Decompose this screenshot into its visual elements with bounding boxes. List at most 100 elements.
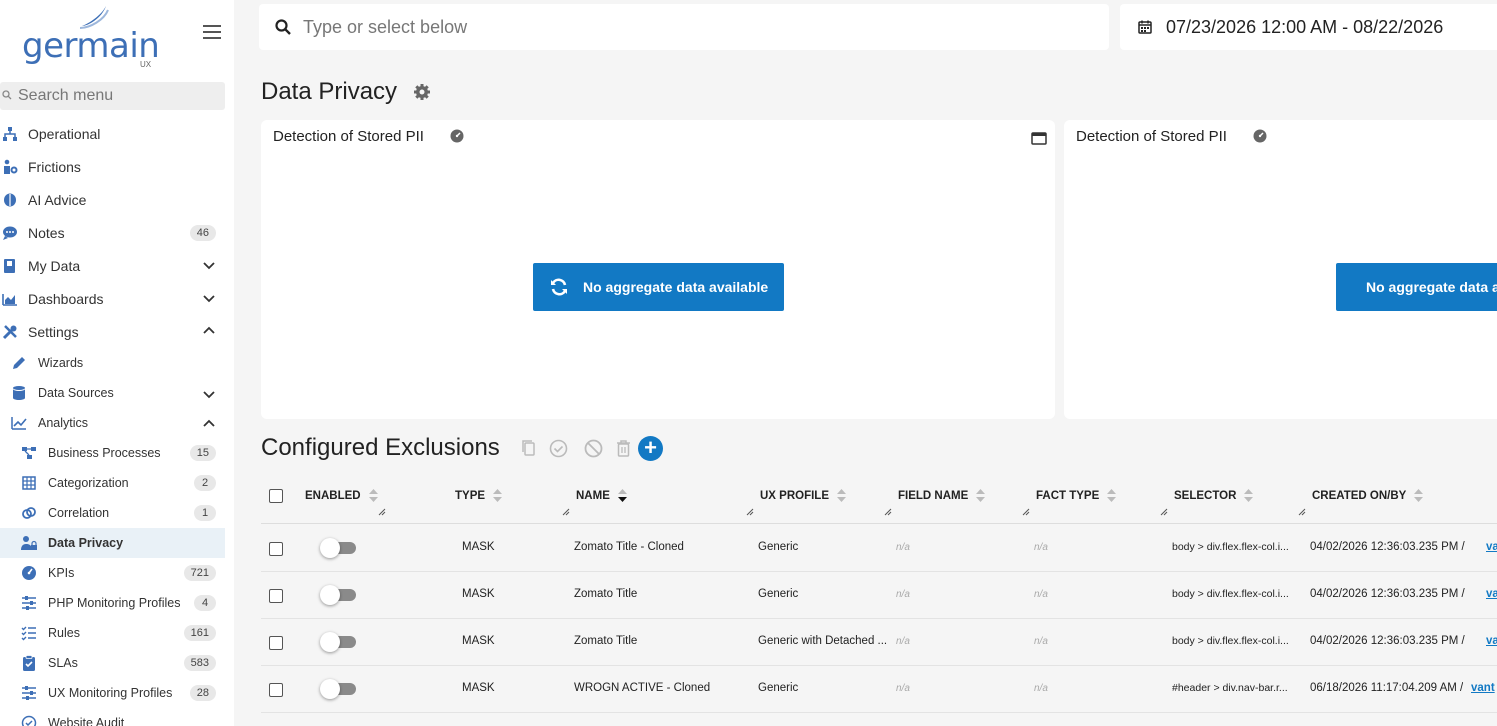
- chevron-up-icon[interactable]: [203, 418, 215, 430]
- sidebar-item-operational[interactable]: Operational: [0, 117, 225, 150]
- sidebar-item-php-monitoring-profiles[interactable]: PHP Monitoring Profiles 4: [0, 588, 225, 618]
- add-exclusion-button[interactable]: +: [638, 436, 663, 461]
- gauge-help-icon[interactable]: [1253, 129, 1267, 143]
- gauge-help-icon[interactable]: [450, 129, 464, 143]
- table-row[interactable]: MASK Zomato Title - Cloned Generic n/a n…: [261, 525, 1497, 572]
- column-header-fact-type[interactable]: FACT TYPE: [1036, 489, 1117, 502]
- no-data-button[interactable]: No aggregate data available: [533, 263, 784, 311]
- column-header-type[interactable]: TYPE: [455, 489, 503, 502]
- sidebar-item-label: Wizards: [38, 356, 84, 370]
- enabled-toggle[interactable]: [320, 585, 358, 605]
- sidebar-item-notes[interactable]: Notes 46: [0, 216, 225, 249]
- no-data-button[interactable]: No aggregate data available: [1336, 263, 1497, 311]
- row-checkbox[interactable]: [269, 542, 283, 556]
- created-cell: 04/02/2026 12:36:03.235 PM /: [1310, 541, 1465, 553]
- search-menu-input[interactable]: [18, 87, 218, 105]
- page-title: Data Privacy: [261, 78, 398, 105]
- chevron-up-icon[interactable]: [203, 325, 215, 337]
- notes-count-badge: 46: [189, 224, 216, 241]
- column-header-created-on-by[interactable]: CREATED ON/BY: [1312, 489, 1424, 502]
- enabled-toggle[interactable]: [320, 632, 358, 652]
- germain-logo[interactable]: germain UX: [22, 4, 162, 72]
- maximize-icon[interactable]: [1031, 132, 1047, 145]
- fact-type-cell: n/a: [1034, 542, 1048, 553]
- chevron-down-icon[interactable]: [203, 388, 215, 400]
- column-header-selector[interactable]: SELECTOR: [1174, 489, 1254, 502]
- count-badge: 161: [183, 625, 216, 641]
- column-resize-handle[interactable]: [1298, 508, 1306, 516]
- sidebar-item-frictions[interactable]: Frictions: [0, 150, 225, 183]
- created-by-link[interactable]: va: [1486, 588, 1497, 600]
- search-menu[interactable]: [0, 82, 225, 110]
- column-resize-handle[interactable]: [884, 508, 892, 516]
- sidebar-item-ai-advice[interactable]: AI Advice: [0, 183, 225, 216]
- column-resize-handle[interactable]: [562, 508, 570, 516]
- sidebar-item-kpis[interactable]: KPIs 721: [0, 558, 225, 588]
- sidebar-item-label: Data Privacy: [48, 536, 124, 550]
- select-all-checkbox[interactable]: [269, 489, 283, 503]
- column-resize-handle[interactable]: [746, 508, 754, 516]
- created-by-link[interactable]: va: [1486, 635, 1497, 647]
- check-circle-icon[interactable]: [549, 439, 568, 458]
- table-row[interactable]: MASK Zomato Title Generic n/a n/a body >…: [261, 572, 1497, 619]
- fact-type-cell: n/a: [1034, 589, 1048, 600]
- gear-icon[interactable]: [413, 83, 431, 101]
- table-row[interactable]: MASK WROGN ACTIVE - Cloned Generic n/a n…: [261, 666, 1497, 713]
- created-by-link[interactable]: va: [1486, 541, 1497, 553]
- pii-detection-card: Detection of Stored PII No aggregate dat…: [1064, 120, 1497, 419]
- enabled-toggle[interactable]: [320, 679, 358, 699]
- sidebar-item-label: Analytics: [38, 416, 89, 430]
- sitemap-icon: [3, 127, 17, 141]
- sidebar-item-wizards[interactable]: Wizards: [0, 348, 225, 378]
- selector-cell: body > div.flex.flex-col.i...: [1172, 541, 1289, 553]
- row-checkbox[interactable]: [269, 589, 283, 603]
- column-header-name[interactable]: NAME: [576, 489, 627, 502]
- sidebar-item-categorization[interactable]: Categorization 2: [0, 468, 225, 498]
- sidebar-item-correlation[interactable]: Correlation 1: [0, 498, 225, 528]
- table-row[interactable]: MASK Zomato Title Generic with Detached …: [261, 619, 1497, 666]
- column-header-ux-profile[interactable]: UX PROFILE: [760, 489, 847, 502]
- sort-icon: [837, 489, 847, 502]
- sidebar-item-rules[interactable]: Rules 161: [0, 618, 225, 648]
- sidebar-item-my-data[interactable]: My Data: [0, 249, 225, 282]
- sidebar-item-slas[interactable]: SLAs 583: [0, 648, 225, 678]
- line-chart-icon: [11, 417, 27, 430]
- sidebar-item-business-processes[interactable]: Business Processes 15: [0, 438, 225, 468]
- global-search-input[interactable]: [303, 16, 1083, 38]
- menu-toggle-icon[interactable]: [203, 25, 221, 41]
- sidebar-item-analytics[interactable]: Analytics: [0, 408, 225, 438]
- sidebar-item-dashboards[interactable]: Dashboards: [0, 282, 225, 315]
- fact-type-cell: n/a: [1034, 636, 1048, 647]
- copy-icon[interactable]: [521, 439, 537, 457]
- column-header-field-name[interactable]: FIELD NAME: [898, 489, 986, 502]
- card-title: Detection of Stored PII: [273, 128, 424, 145]
- enabled-toggle[interactable]: [320, 538, 358, 558]
- name-cell: Zomato Title: [574, 635, 638, 647]
- name-cell: WROGN ACTIVE - Cloned: [574, 682, 711, 694]
- sidebar-item-label: PHP Monitoring Profiles: [48, 596, 181, 610]
- no-data-label: No aggregate data available: [583, 279, 769, 295]
- global-search[interactable]: [259, 4, 1109, 50]
- trash-icon[interactable]: [616, 439, 631, 457]
- sidebar-item-settings[interactable]: Settings: [0, 315, 225, 348]
- field-name-cell: n/a: [896, 589, 910, 600]
- sidebar-item-data-privacy[interactable]: Data Privacy: [0, 528, 225, 558]
- field-name-cell: n/a: [896, 636, 910, 647]
- row-checkbox[interactable]: [269, 683, 283, 697]
- selector-cell: body > div.flex.flex-col.i...: [1172, 635, 1289, 647]
- created-by-link[interactable]: vant: [1471, 682, 1495, 694]
- column-resize-handle[interactable]: [378, 508, 386, 516]
- sidebar-item-data-sources[interactable]: Data Sources: [0, 378, 225, 408]
- ban-icon[interactable]: [584, 439, 603, 458]
- chevron-down-icon[interactable]: [203, 259, 215, 271]
- gauge-icon: [22, 566, 36, 580]
- row-checkbox[interactable]: [269, 636, 283, 650]
- sidebar-item-ux-monitoring-profiles[interactable]: UX Monitoring Profiles 28: [0, 678, 225, 708]
- sidebar-item-website-audit[interactable]: Website Audit: [0, 708, 225, 726]
- count-badge: 2: [194, 475, 216, 491]
- date-range-picker[interactable]: 07/23/2026 12:00 AM - 08/22/2026: [1120, 4, 1497, 50]
- column-header-enabled[interactable]: ENABLED: [305, 489, 378, 502]
- column-resize-handle[interactable]: [1022, 508, 1030, 516]
- chevron-down-icon[interactable]: [203, 292, 215, 304]
- column-resize-handle[interactable]: [1160, 508, 1168, 516]
